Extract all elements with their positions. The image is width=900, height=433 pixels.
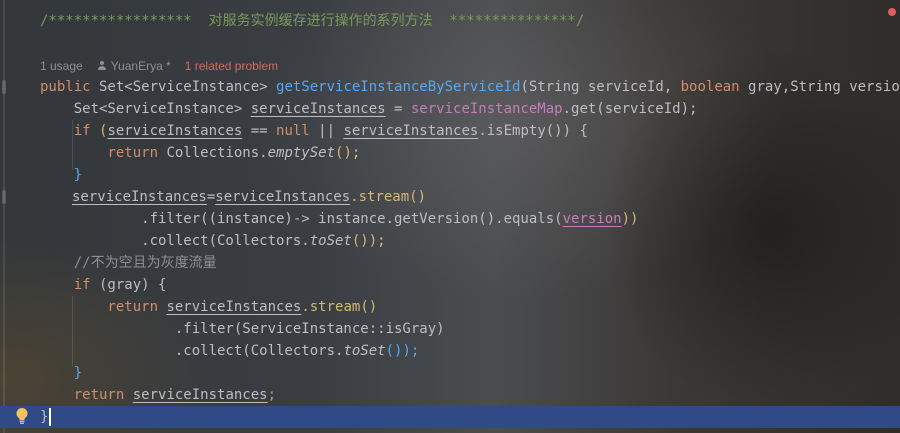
return-type: Set<ServiceInstance> [90,79,277,95]
user-icon [97,61,107,71]
type: Set<ServiceInstance> [40,101,251,117]
call: .get(serviceId); [562,101,698,117]
condition: (gray) { [90,277,167,293]
field-reference[interactable]: serviceInstanceMap [411,101,563,117]
code-line[interactable]: serviceInstances=serviceInstances.stream… [72,186,426,208]
keyword: if [40,123,91,139]
expression: ()); [351,233,386,249]
static-method[interactable]: toSet [310,233,352,249]
keyword: public [40,79,91,95]
method-name[interactable]: getServiceInstanceByServiceId [276,79,520,95]
operator: == [242,123,277,139]
code-line[interactable]: } [40,362,82,384]
keyword: null [276,123,310,139]
variable[interactable]: serviceInstances [215,189,350,205]
code-line[interactable]: .collect(Collectors.toSet()); [40,230,386,252]
usage-count[interactable]: 1 usage [40,56,83,76]
lightbulb-icon[interactable] [15,407,29,425]
text-caret [49,408,52,426]
code-line[interactable]: return serviceInstances; [40,384,276,406]
variable[interactable]: serviceInstances [133,387,268,403]
code-editor[interactable]: /***************** 对服务实例缓存进行操作的系列方法 ****… [0,0,900,433]
paren: ( [90,123,108,139]
variable[interactable]: serviceInstances [166,299,301,315]
variable[interactable]: serviceInstances [72,189,207,205]
call: .stream() [301,299,378,315]
code-line[interactable]: return Collections.emptySet(); [40,142,360,164]
params: gray,String version) { [748,79,900,95]
variable[interactable]: serviceInstances [107,123,242,139]
author-name: YuanErya * [110,59,171,73]
call: .isEmpty()) { [478,123,588,139]
code-line[interactable]: return serviceInstances.stream() [40,296,377,318]
variable[interactable]: serviceInstances [343,123,478,139]
operator: || [309,123,344,139]
closing-brace: } [40,409,49,425]
expression: .collect(Collectors. [40,233,310,249]
author-info[interactable]: YuanErya * [97,56,171,76]
code-line[interactable]: .filter((instance)-> instance.getVersion… [40,208,638,230]
code-line[interactable]: if (serviceInstances == null || serviceI… [40,120,588,142]
params: (String serviceId, [520,79,681,95]
comment-header: /***************** 对服务实例缓存进行操作的系列方法 ****… [40,13,585,29]
code-line-current[interactable]: } [40,406,52,428]
related-problem-link[interactable]: 1 related problem [185,56,278,76]
expression: )) [621,211,639,227]
code-line[interactable]: } [40,164,82,186]
operator: = [385,101,411,117]
code-comment: //不为空且为灰度流量 [40,255,217,271]
keyword: boolean [680,79,740,95]
code-line[interactable]: .collect(Collectors.toSet()); [40,340,419,362]
keyword: return [40,145,159,161]
static-method[interactable]: toSet [343,343,385,359]
semicolon: ; [267,387,277,403]
parameter[interactable]: version [563,211,622,227]
expression: Collections. [158,145,268,161]
keyword: return [40,299,159,315]
expression: (); [335,145,361,161]
keyword: return [40,387,125,403]
code-line[interactable]: if (gray) { [40,274,167,296]
code-line-signature[interactable]: public Set<ServiceInstance> getServiceIn… [40,76,900,98]
call: .stream() [350,189,427,205]
code-line[interactable]: Set<ServiceInstance> serviceInstances = … [40,98,698,120]
expression: ()); [385,343,420,359]
code-line[interactable]: .filter(ServiceInstance::isGray) [40,318,445,340]
code-vision-line[interactable]: 1 usage YuanErya * 1 related problem [40,56,278,76]
expression: .collect(Collectors. [40,343,344,359]
static-method[interactable]: emptySet [268,145,335,161]
expression: .filter((instance)-> instance.getVersion… [40,211,563,227]
keyword: if [40,277,91,293]
variable[interactable]: serviceInstances [251,101,386,117]
